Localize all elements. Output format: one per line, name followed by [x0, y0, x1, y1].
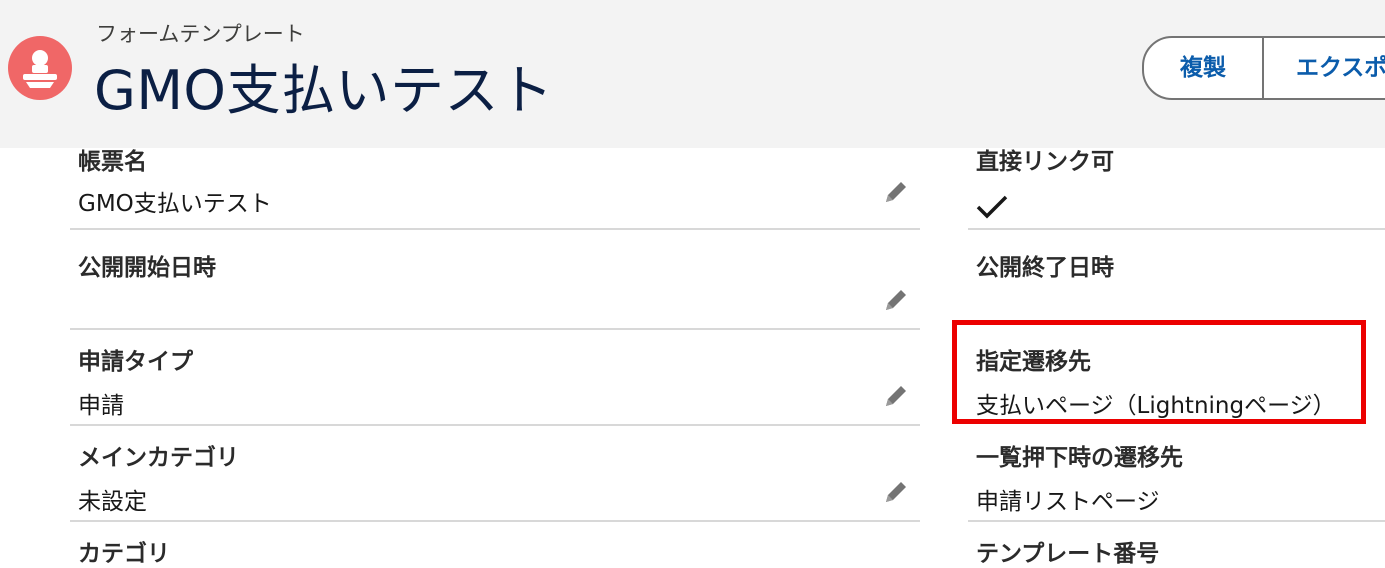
field-value: GMO支払いテスト [78, 191, 272, 217]
field-label: 直接リンク可 [976, 149, 1114, 175]
field-label: 帳票名 [78, 149, 147, 175]
page-header: フォームテンプレート GMO支払いテスト 複製 エクスポー [0, 0, 1385, 148]
field-label: 公開開始日時 [78, 255, 216, 281]
pencil-icon[interactable] [882, 478, 910, 506]
form-template-icon [8, 36, 72, 100]
field-label: メインカテゴリ [78, 445, 239, 471]
clone-button[interactable]: 複製 [1144, 38, 1262, 98]
field-list-redirect: 一覧押下時の遷移先 申請リストページ [968, 426, 1385, 522]
action-button-group: 複製 エクスポー [1142, 36, 1385, 100]
field-label: カテゴリ [78, 541, 170, 567]
highlight-box [952, 320, 1366, 424]
pencil-icon[interactable] [882, 286, 910, 314]
record-title: GMO支払いテスト [94, 59, 554, 122]
field-label: 申請タイプ [78, 349, 193, 375]
export-button[interactable]: エクスポー [1262, 38, 1385, 98]
field-value: 申請 [78, 393, 124, 419]
field-value: 申請リストページ [976, 489, 1160, 515]
pencil-icon[interactable] [882, 178, 910, 206]
field-label: 公開終了日時 [976, 255, 1114, 281]
field-label: 一覧押下時の遷移先 [976, 445, 1183, 471]
field-request-type: 申請タイプ 申請 [70, 330, 920, 426]
field-publish-start: 公開開始日時 [70, 234, 920, 330]
field-value: 未設定 [78, 489, 147, 515]
pencil-icon[interactable] [882, 382, 910, 410]
object-type-label: フォームテンプレート [96, 22, 305, 46]
field-publish-end: 公開終了日時 [968, 234, 1385, 328]
field-main-category: メインカテゴリ 未設定 [70, 426, 920, 522]
field-label: テンプレート番号 [976, 541, 1160, 567]
field-template-number: テンプレート番号 [968, 522, 1385, 567]
checkmark-icon [976, 195, 1008, 219]
field-form-name: 帳票名 GMO支払いテスト [70, 138, 920, 230]
field-direct-link: 直接リンク可 [968, 138, 1385, 230]
field-category: カテゴリ [70, 522, 920, 567]
